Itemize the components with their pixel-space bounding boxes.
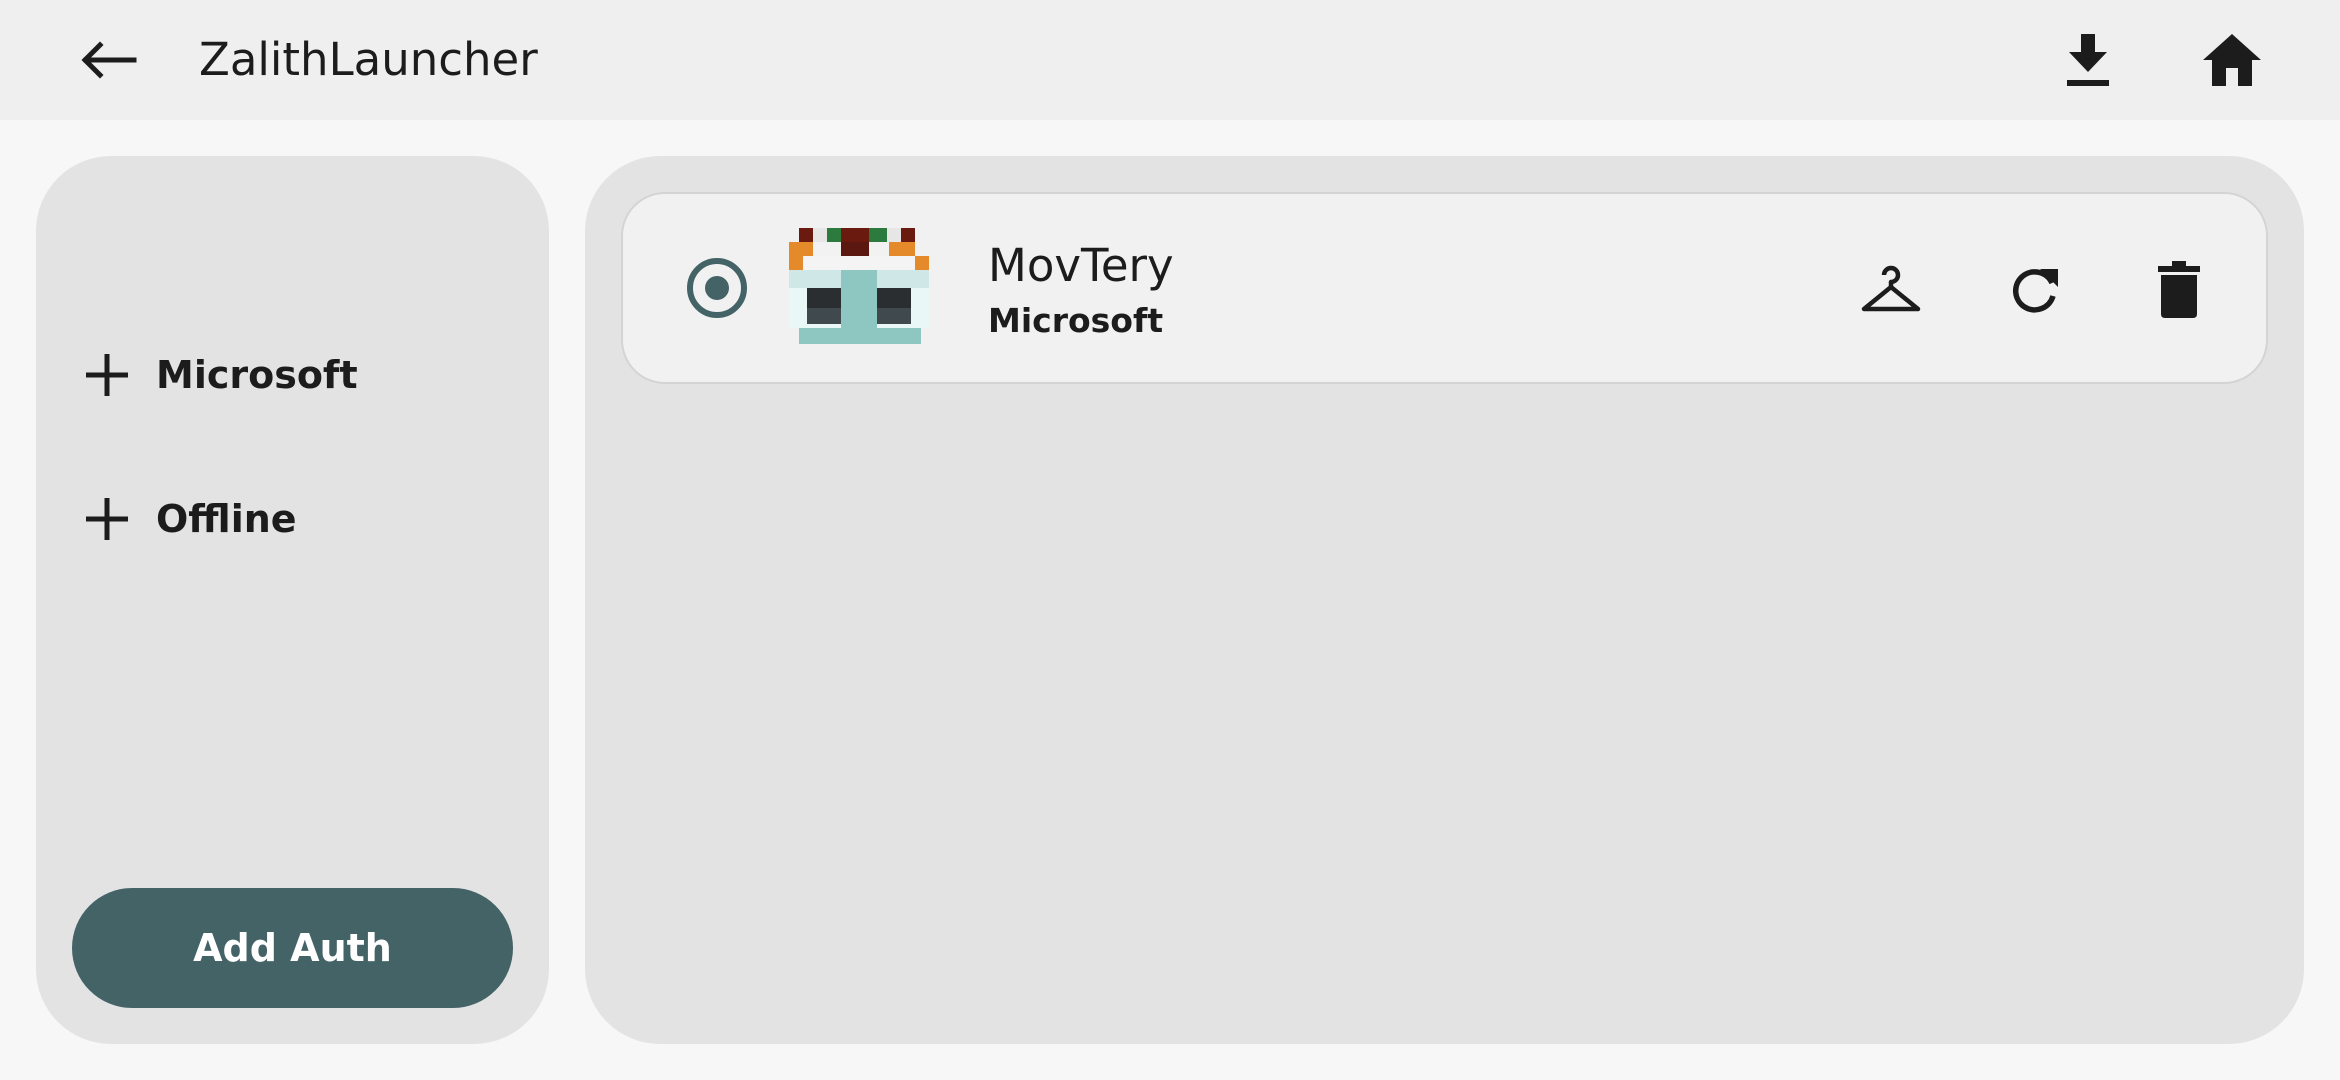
app-title: ZalithLauncher [199, 33, 538, 86]
change-skin-button[interactable] [1855, 254, 1927, 326]
player-head-avatar [789, 228, 929, 344]
home-button[interactable] [2190, 22, 2274, 98]
option-label-microsoft: Microsoft [156, 353, 358, 397]
back-button[interactable] [68, 24, 148, 96]
add-offline-account-option[interactable]: Offline [84, 474, 297, 564]
option-label-offline: Offline [156, 497, 297, 541]
add-auth-button[interactable]: Add Auth [72, 888, 513, 1008]
download-button[interactable] [2048, 22, 2128, 98]
plus-icon [86, 498, 128, 540]
plus-icon [86, 354, 128, 396]
refresh-account-button[interactable] [1999, 254, 2071, 326]
account-card[interactable]: MovTery Microsoft [621, 192, 2268, 384]
delete-account-button[interactable] [2143, 252, 2215, 328]
refresh-icon [2013, 269, 2058, 313]
auth-type-panel: Microsoft Offline Add Auth [36, 156, 549, 1044]
home-icon [2203, 34, 2261, 86]
account-select-radio[interactable] [687, 258, 747, 318]
trash-icon [2158, 261, 2200, 318]
hanger-icon [1861, 265, 1921, 312]
add-microsoft-account-option[interactable]: Microsoft [84, 330, 358, 420]
arrow-left-icon [81, 41, 137, 79]
account-list-panel: MovTery Microsoft [585, 156, 2304, 1044]
account-type: Microsoft [988, 301, 1164, 340]
top-app-bar: ZalithLauncher [0, 0, 2340, 120]
account-name: MovTery [988, 239, 1174, 292]
radio-selected-dot [705, 276, 729, 300]
download-icon [2067, 34, 2109, 86]
